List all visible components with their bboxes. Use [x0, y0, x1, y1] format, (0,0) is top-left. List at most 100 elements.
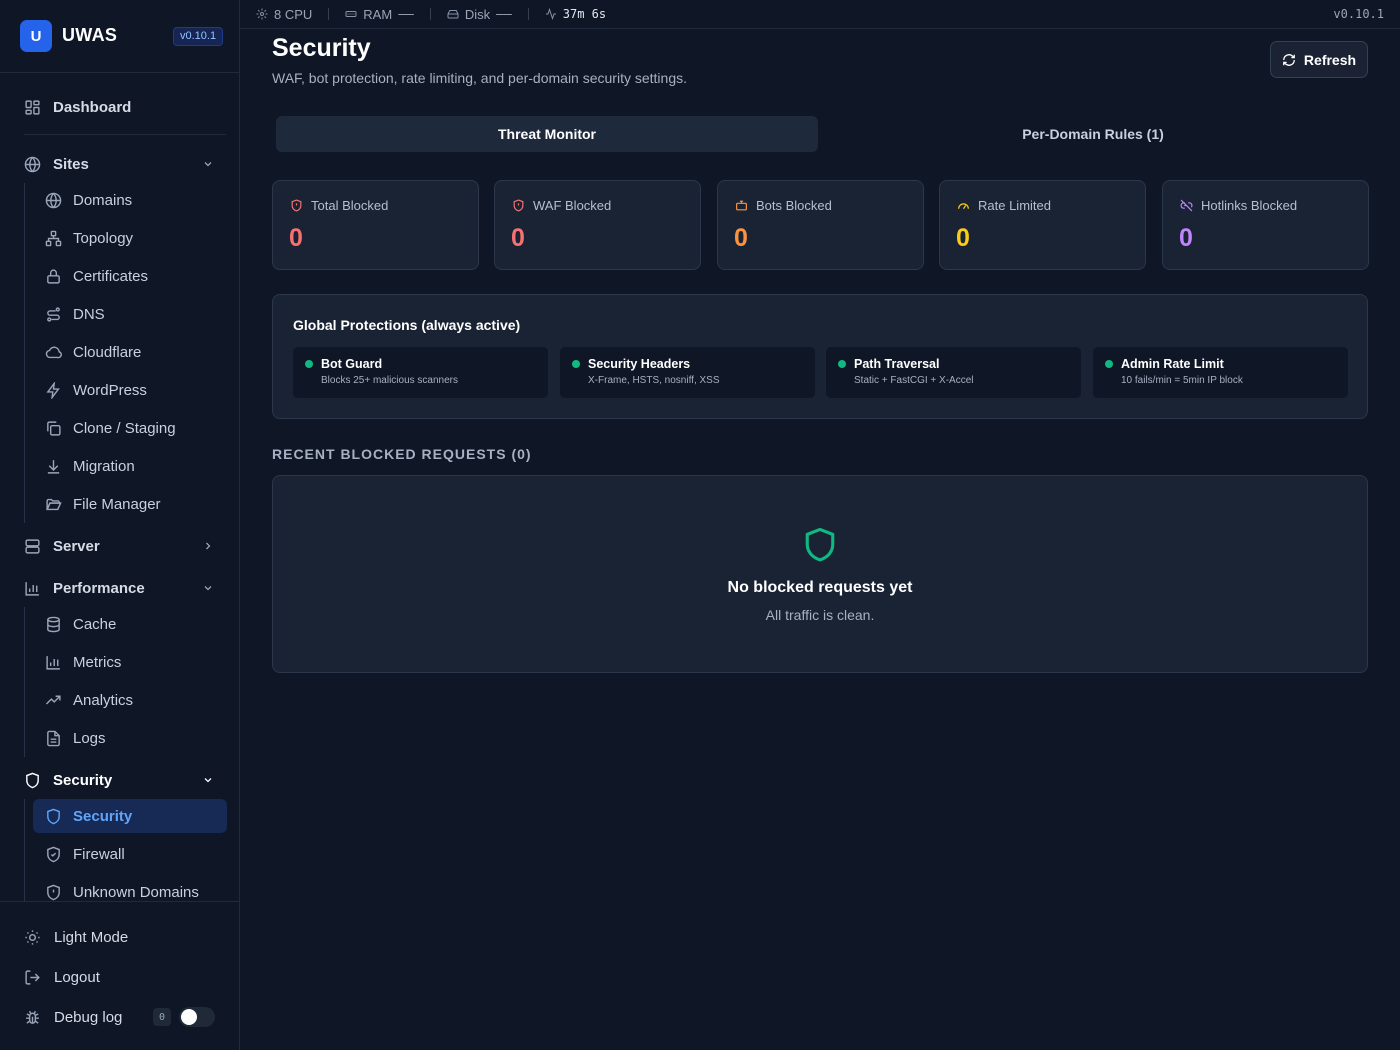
logout-icon [25, 969, 40, 985]
disk-value: —— [496, 6, 512, 22]
sidebar-item-certificates[interactable]: Certificates [33, 259, 227, 293]
sidebar-item-migration[interactable]: Migration [33, 449, 227, 483]
light-mode-button[interactable]: Light Mode [24, 920, 224, 954]
sidebar-item-dns[interactable]: DNS [33, 297, 227, 331]
sidebar-item-label: Unknown Domains [73, 883, 199, 901]
stat-label-text: Bots Blocked [756, 198, 832, 213]
stat-divider [328, 8, 330, 20]
protection-desc: 10 fails/min = 5min IP block [1121, 375, 1243, 386]
sidebar-group-security[interactable]: Security [24, 763, 224, 797]
server-icon [25, 538, 40, 554]
sidebar-item-label: Firewall [73, 845, 125, 863]
protection-path-traversal: Path Traversal Static + FastCGI + X-Acce… [826, 347, 1081, 398]
sidebar-item-cache[interactable]: Cache [33, 607, 227, 641]
sidebar-item-unknown-domains[interactable]: Unknown Domains [33, 875, 227, 901]
shield-alert-icon [47, 884, 60, 900]
light-mode-label: Light Mode [54, 928, 129, 946]
memory-icon [345, 11, 357, 17]
protection-desc: Blocks 25+ malicious scanners [321, 375, 459, 386]
sidebar-item-dashboard[interactable]: Dashboard [24, 90, 224, 124]
stat-value: 0 [956, 224, 970, 252]
tab-per-domain-rules[interactable]: Per-Domain Rules (1) [822, 116, 1364, 152]
protection-bot-guard: Bot Guard Blocks 25+ malicious scanners [293, 347, 548, 398]
protection-desc: X-Frame, HSTS, nosniff, XSS [588, 375, 720, 386]
app-logo: U [20, 20, 52, 52]
sidebar-item-label: Analytics [73, 691, 134, 709]
protection-desc: Static + FastCGI + X-Accel [854, 375, 974, 386]
trending-up-icon [45, 695, 61, 705]
protection-name: Security Headers [588, 357, 691, 371]
debug-count-badge: 0 [153, 1008, 171, 1026]
logout-button[interactable]: Logout [24, 960, 224, 994]
toggle-knob [181, 1009, 197, 1025]
sidebar-item-logs[interactable]: Logs [33, 721, 227, 755]
bot-icon [736, 200, 747, 211]
sidebar-group-label: Server [53, 537, 100, 555]
sidebar-group-label: Performance [53, 579, 145, 597]
disk-label: Disk [464, 6, 491, 22]
refresh-button[interactable]: Refresh [1270, 41, 1368, 78]
sidebar-item-topology[interactable]: Topology [33, 221, 227, 255]
sidebar-item-domains[interactable]: Domains [33, 183, 227, 217]
copy-icon [47, 420, 61, 436]
stat-card-label: Rate Limited [957, 198, 1051, 213]
sidebar-item-label: Logs [73, 729, 106, 747]
chevron-down-icon [204, 162, 212, 167]
sidebar-item-label: DNS [73, 305, 105, 323]
stat-value: 0 [511, 224, 525, 252]
sidebar-group-sites[interactable]: Sites [24, 147, 224, 181]
activity-icon [545, 8, 556, 20]
sidebar-item-cloudflare[interactable]: Cloudflare [33, 335, 227, 369]
globe-icon [24, 156, 41, 172]
sidebar-item-metrics[interactable]: Metrics [33, 645, 227, 679]
recent-blocked-empty-state: No blocked requests yet All traffic is c… [272, 475, 1368, 673]
protection-name: Path Traversal [854, 357, 940, 371]
protection-admin-rate-limit: Admin Rate Limit 10 fails/min = 5min IP … [1093, 347, 1348, 398]
stat-card-hotlinks-blocked: Hotlinks Blocked 0 [1162, 180, 1369, 270]
brand-header: U UWAS v0.10.1 [0, 0, 239, 73]
ram-stat: RAM —— [345, 7, 414, 22]
logout-label: Logout [54, 968, 100, 986]
sidebar-group-server[interactable]: Server [24, 529, 224, 563]
tab-threat-monitor[interactable]: Threat Monitor [276, 116, 818, 152]
stat-value: 0 [1179, 224, 1193, 252]
refresh-icon [1283, 53, 1295, 66]
debug-log-toggle[interactable] [179, 1007, 215, 1027]
cpu-stat: 8 CPU [256, 7, 312, 22]
app-version: v0.10.1 [1333, 7, 1384, 21]
sidebar-item-firewall[interactable]: Firewall [33, 837, 227, 871]
sidebar-item-label: Certificates [73, 267, 149, 285]
database-icon [47, 616, 60, 632]
version-badge: v0.10.1 [173, 27, 224, 46]
sidebar-item-analytics[interactable]: Analytics [33, 683, 227, 717]
sidebar-footer: Light Mode Logout Debug log 0 [0, 901, 239, 1050]
tree-line [24, 607, 25, 757]
cpu-icon [256, 8, 268, 20]
sidebar-item-label: Metrics [73, 653, 122, 671]
bar-chart-icon [25, 581, 39, 596]
disk-stat: Disk —— [447, 7, 512, 22]
sidebar-group-performance[interactable]: Performance [24, 571, 224, 605]
sidebar-nav: Dashboard Sites Domains Topology Certifi… [0, 73, 239, 901]
sidebar-item-file-manager[interactable]: File Manager [33, 487, 227, 521]
sidebar-item-label: Cache [73, 615, 117, 633]
sidebar-item-wordpress[interactable]: WordPress [33, 373, 227, 407]
chevron-down-icon [204, 586, 212, 591]
status-dot [1105, 360, 1113, 368]
nav-divider [24, 134, 226, 135]
protection-name: Bot Guard [321, 357, 383, 371]
sidebar-item-label: Clone / Staging [73, 419, 176, 437]
cloud-icon [45, 346, 62, 358]
folder-open-icon [46, 498, 62, 510]
stat-card-label: Hotlinks Blocked [1180, 198, 1297, 213]
sidebar-item-label: Dashboard [53, 98, 132, 116]
sidebar-item-clone-staging[interactable]: Clone / Staging [33, 411, 227, 445]
uptime-stat: 37m 6s [545, 7, 606, 21]
sidebar-item-security[interactable]: Security [33, 799, 227, 833]
shield-icon [47, 808, 60, 824]
hard-drive-icon [447, 10, 459, 19]
tree-line [24, 799, 25, 901]
sidebar-item-label: Migration [73, 457, 135, 475]
debug-log-label: Debug log [54, 1008, 123, 1026]
bar-chart-icon [46, 655, 60, 670]
